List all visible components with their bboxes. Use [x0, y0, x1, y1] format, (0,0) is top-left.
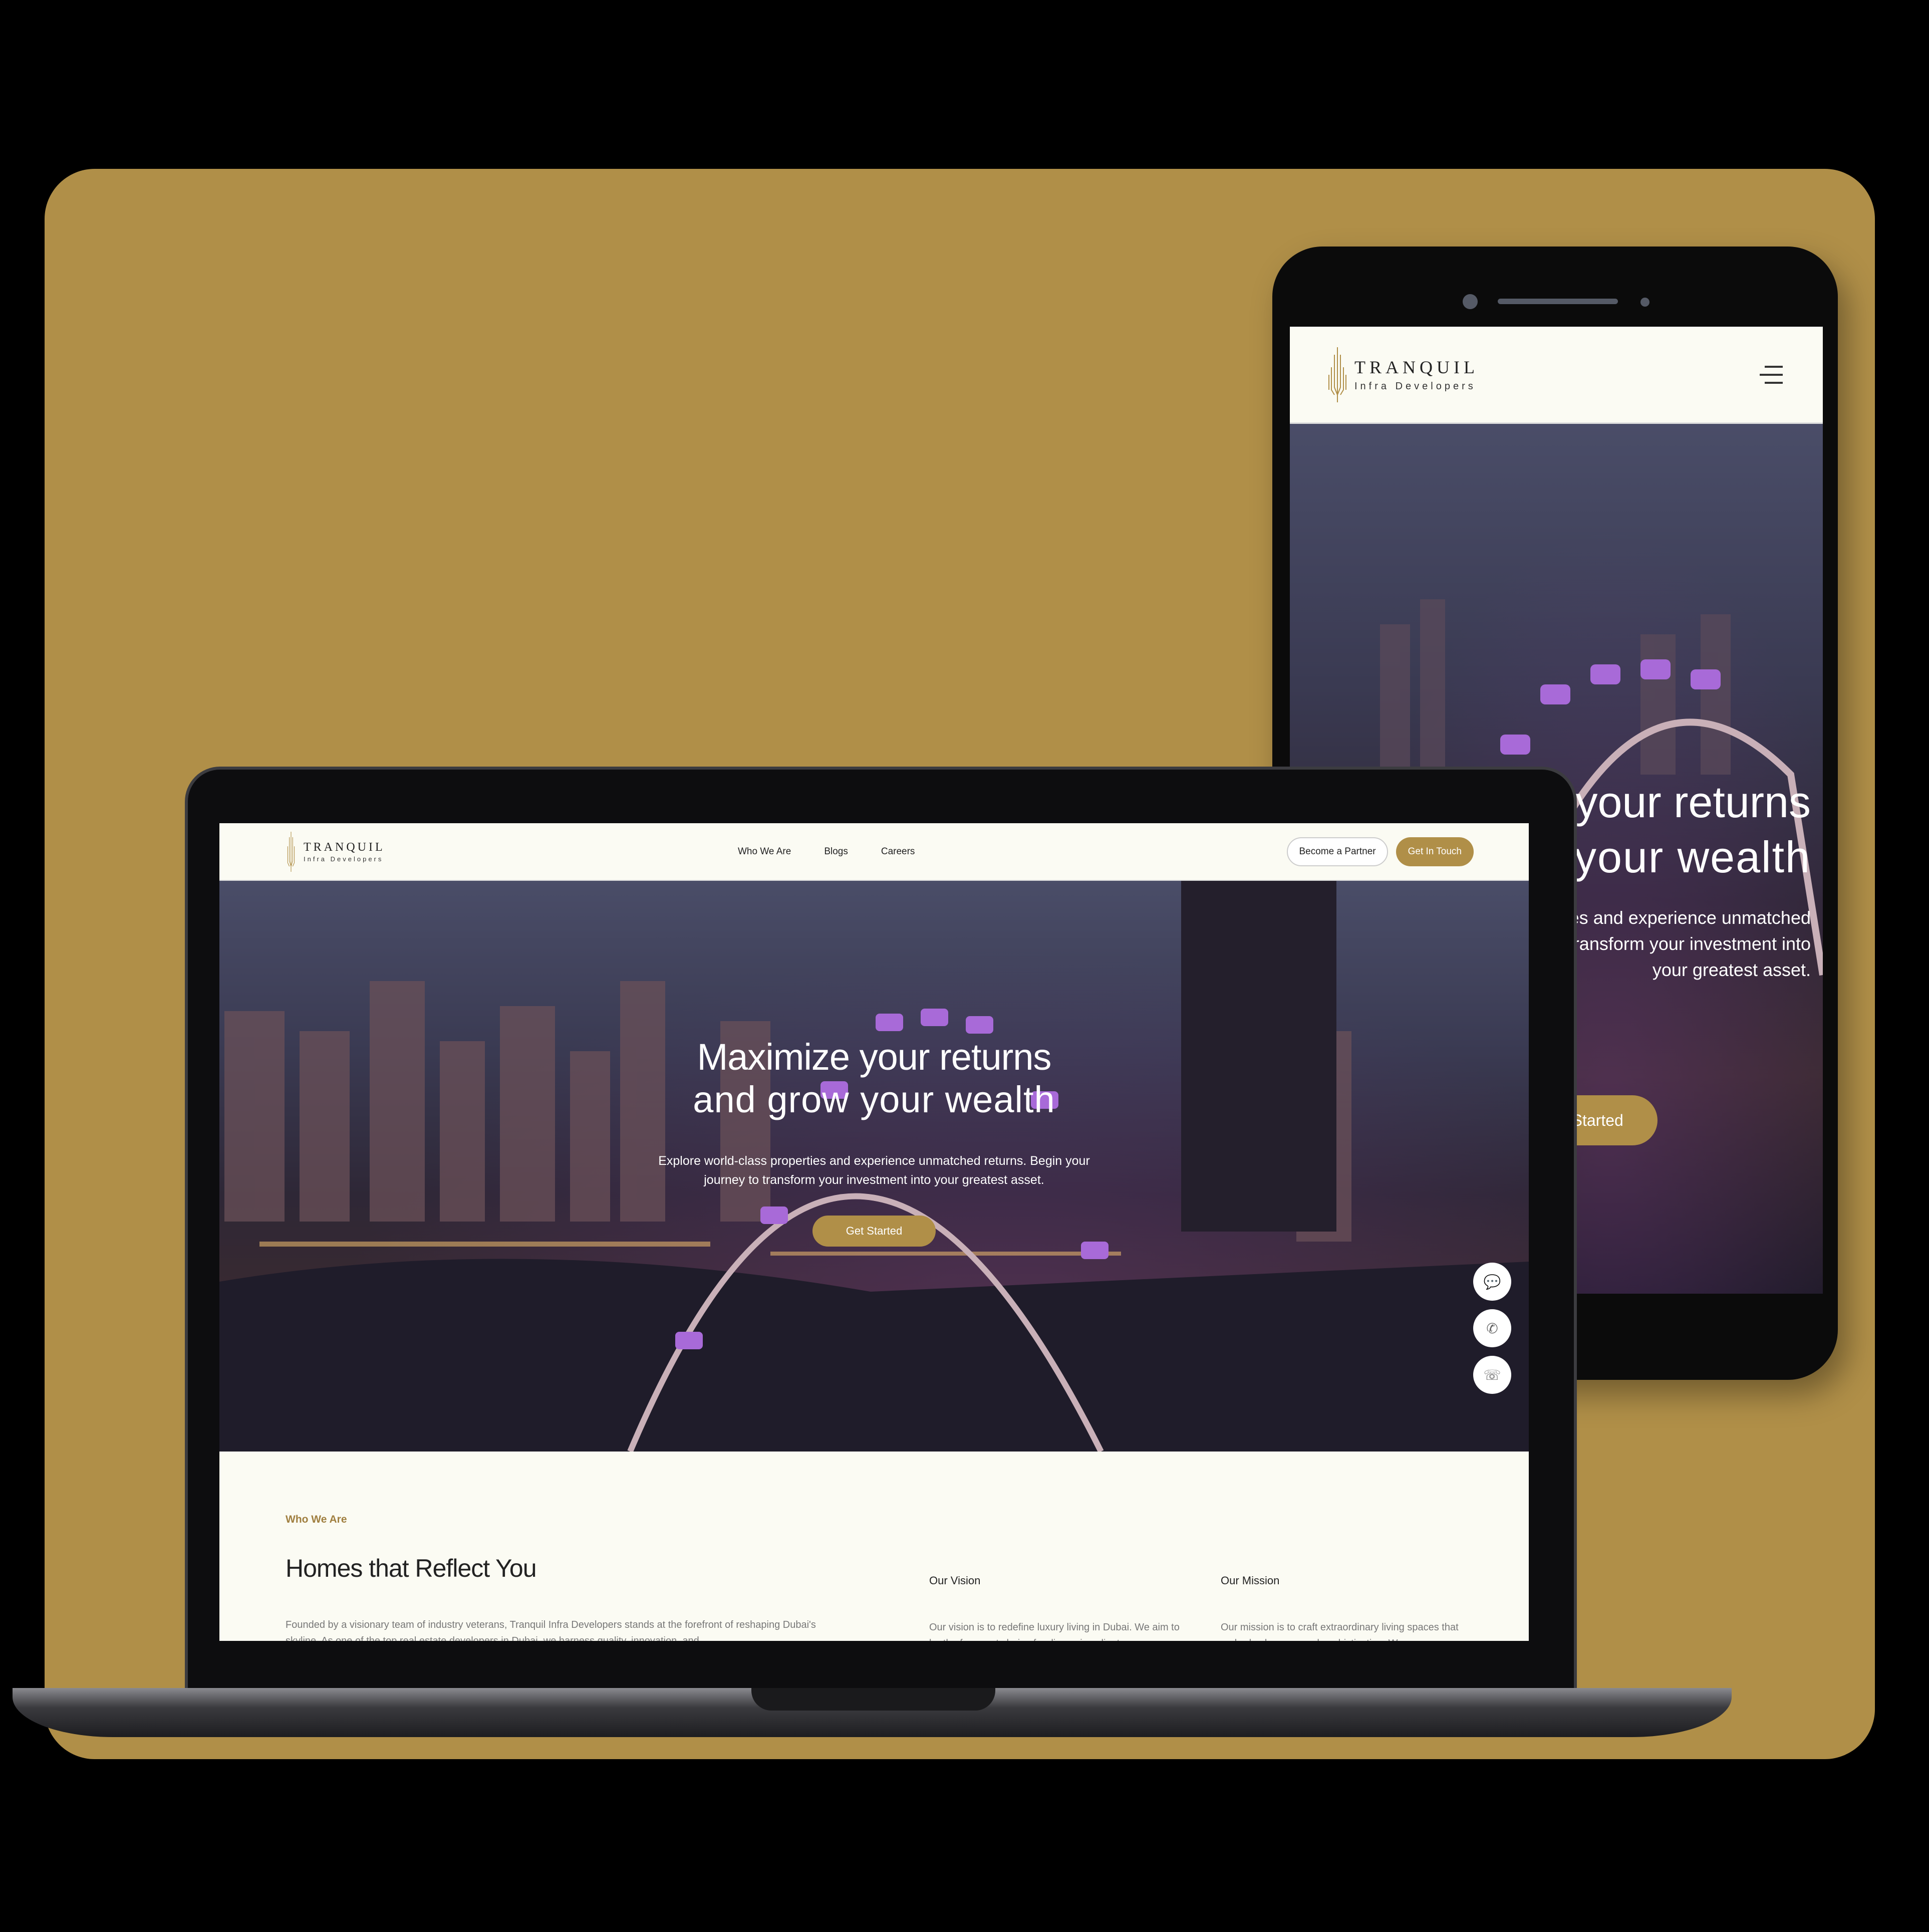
nav-careers[interactable]: Careers — [881, 846, 915, 857]
mission-title: Our Mission — [1221, 1574, 1280, 1587]
brand-name: TRANQUIL — [1354, 357, 1479, 377]
vision-column: Our Vision Our vision is to redefine lux… — [929, 1574, 1190, 1641]
phone-header: TRANQUIL Infra Developers — [1290, 327, 1823, 424]
whatsapp-icon[interactable]: ☏ — [1473, 1356, 1511, 1394]
hamburger-menu-icon[interactable] — [1760, 365, 1783, 384]
mission-text: Our mission is to craft extraordinary li… — [1221, 1622, 1459, 1641]
section-title: Homes that Reflect You — [286, 1554, 537, 1582]
logo-mark-icon — [287, 831, 295, 872]
get-in-touch-button[interactable]: Get In Touch — [1396, 837, 1474, 866]
nav-links: Who We Are Blogs Careers — [738, 846, 915, 857]
laptop-hero: Maximize your returns and grow your weal… — [219, 881, 1529, 1452]
nav-who-we-are[interactable]: Who We Are — [738, 846, 791, 857]
phone-icon[interactable]: ✆ — [1473, 1309, 1511, 1347]
nav-blogs[interactable]: Blogs — [824, 846, 848, 857]
get-started-button[interactable]: Get Started — [812, 1216, 936, 1247]
laptop-notch — [751, 1688, 995, 1711]
hero-title: Maximize your returns — [697, 1036, 1052, 1078]
chat-icon[interactable]: 💬 — [1473, 1263, 1511, 1301]
brand-logo[interactable]: TRANQUIL Infra Developers — [1327, 347, 1479, 402]
brand-tagline: Infra Developers — [304, 855, 384, 863]
floating-contact-buttons: 💬 ✆ ☏ — [1473, 1263, 1511, 1394]
laptop-screen: TRANQUIL Infra Developers Who We Are Blo… — [219, 823, 1529, 1641]
hero-description: Explore world-class properties and exper… — [658, 1154, 1090, 1187]
vision-text: Our vision is to redefine luxury living … — [929, 1622, 1180, 1641]
about-text: Founded by a visionary team of industry … — [286, 1619, 816, 1641]
phone-sensor — [1640, 298, 1649, 307]
laptop-hero-content: Maximize your returns and grow your weal… — [219, 1036, 1529, 1247]
hero-subtitle: and grow your wealth — [693, 1079, 1055, 1120]
phone-camera — [1463, 294, 1478, 309]
who-we-are-section: Who We Are Homes that Reflect You Founde… — [219, 1452, 1529, 1641]
vision-title: Our Vision — [929, 1574, 981, 1587]
brand-tagline: Infra Developers — [1354, 381, 1476, 392]
mission-column: Our Mission Our mission is to craft extr… — [1221, 1574, 1481, 1641]
section-eyebrow: Who We Are — [286, 1514, 347, 1525]
phone-speaker — [1498, 299, 1618, 304]
laptop-navbar: TRANQUIL Infra Developers Who We Are Blo… — [219, 823, 1529, 881]
logo-mark-icon — [1328, 347, 1346, 402]
become-partner-button[interactable]: Become a Partner — [1287, 837, 1388, 866]
brand-name: TRANQUIL — [304, 840, 385, 854]
brand-logo[interactable]: TRANQUIL Infra Developers — [286, 831, 385, 872]
